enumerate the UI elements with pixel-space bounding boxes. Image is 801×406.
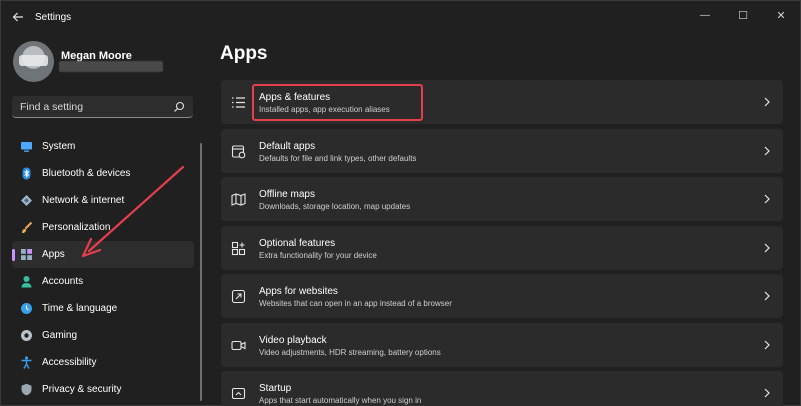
bluetooth-icon <box>22 167 31 180</box>
chevron-right-icon <box>764 243 770 252</box>
card-subtitle: Defaults for file and link types, other … <box>259 153 417 163</box>
controller-icon <box>21 330 32 341</box>
minimize-icon: — <box>700 9 710 21</box>
chevron-right-icon <box>764 291 770 301</box>
card-video-playback[interactable]: Video playback Video adjustments, HDR st… <box>221 322 783 367</box>
back-arrow-icon <box>12 12 23 22</box>
card-apps-features[interactable]: Apps & features Installed apps, app exec… <box>221 80 783 124</box>
default-apps-icon <box>231 144 246 158</box>
card-subtitle: Extra functionality for your device <box>259 250 377 260</box>
card-optional-features[interactable]: Optional features Extra functionality fo… <box>221 225 783 270</box>
sidebar-item-label: Time & language <box>42 303 118 314</box>
maximize-button[interactable]: ☐ <box>724 1 762 29</box>
card-subtitle: Apps that start automatically when you s… <box>259 396 422 405</box>
card-subtitle: Websites that can open in an app instead… <box>259 299 452 308</box>
card-subtitle: Video adjustments, HDR streaming, batter… <box>259 347 441 357</box>
sidebar-item-label: Privacy & security <box>42 384 122 395</box>
sidebar-item-accounts[interactable]: Accounts <box>12 268 194 295</box>
card-subtitle: Downloads, storage location, map updates <box>259 202 411 211</box>
sidebar-item-time-language[interactable]: Time & language <box>12 295 194 322</box>
open-link-icon <box>231 289 246 304</box>
card-offline-maps[interactable]: Offline maps Downloads, storage location… <box>221 177 783 221</box>
sidebar-item-label: Accessibility <box>42 357 97 368</box>
sidebar-item-label: System <box>42 141 76 152</box>
person-icon <box>21 276 32 288</box>
card-title: Startup <box>259 383 292 394</box>
globe-clock-icon <box>21 303 32 314</box>
monitor-icon <box>21 142 32 152</box>
chevron-right-icon <box>764 340 770 349</box>
back-button[interactable] <box>10 10 26 26</box>
card-title: Optional features <box>259 237 336 249</box>
search-input[interactable] <box>20 100 170 114</box>
card-default-apps[interactable]: Default apps Defaults for file and link … <box>221 128 783 173</box>
accessibility-icon <box>21 356 32 369</box>
startup-icon <box>231 387 246 400</box>
card-title: Offline maps <box>259 189 315 200</box>
settings-window: Settings — ☐ ✕ Megan Moore System <box>0 0 801 406</box>
chevron-right-icon <box>764 388 770 398</box>
chevron-right-icon <box>764 97 770 107</box>
card-title: Default apps <box>259 140 316 152</box>
annotation-arrow <box>81 165 185 258</box>
shield-icon <box>21 383 32 396</box>
app-title: Settings <box>35 12 72 23</box>
chevron-right-icon <box>764 146 770 155</box>
card-title: Apps for websites <box>259 286 338 297</box>
apps-icon <box>21 249 32 260</box>
sidebar-item-gaming[interactable]: Gaming <box>12 322 194 349</box>
search-icon[interactable] <box>173 101 185 113</box>
maximize-icon: ☐ <box>738 9 748 22</box>
map-icon <box>231 193 246 206</box>
annotation-highlight-box <box>252 84 423 121</box>
close-button[interactable]: ✕ <box>762 1 800 29</box>
grid-plus-icon <box>231 241 246 255</box>
minimize-button[interactable]: — <box>686 1 724 29</box>
page-title: Apps <box>220 43 268 64</box>
sidebar-item-label: Accounts <box>42 276 84 287</box>
user-email-redacted <box>59 61 163 72</box>
wifi-diamond-icon <box>21 195 32 206</box>
window-controls: — ☐ ✕ <box>686 1 800 29</box>
settings-cards-list: Apps & features Installed apps, app exec… <box>221 80 783 406</box>
sidebar-item-system[interactable]: System <box>12 133 194 160</box>
card-apps-for-websites[interactable]: Apps for websites Websites that can open… <box>221 274 783 318</box>
title-bar: Settings — ☐ ✕ <box>1 1 800 35</box>
sidebar-item-label: Gaming <box>42 330 78 341</box>
sidebar-scrollbar[interactable] <box>200 143 202 401</box>
search-box[interactable] <box>12 96 193 118</box>
sidebar-item-accessibility[interactable]: Accessibility <box>12 349 194 376</box>
close-icon: ✕ <box>776 9 786 22</box>
brush-icon <box>22 221 33 233</box>
card-startup[interactable]: Startup Apps that start automatically wh… <box>221 371 783 406</box>
video-icon <box>231 340 246 350</box>
list-icon <box>232 97 245 108</box>
active-indicator <box>12 249 15 261</box>
card-title: Video playback <box>259 334 327 346</box>
sidebar-item-privacy-security[interactable]: Privacy & security <box>12 376 194 403</box>
chevron-right-icon <box>764 194 770 204</box>
avatar[interactable] <box>13 41 54 82</box>
